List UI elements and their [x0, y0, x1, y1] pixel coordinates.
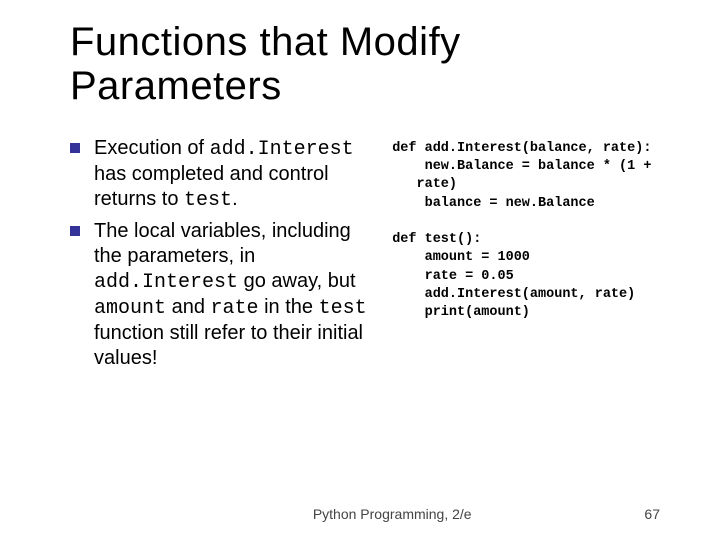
inline-code: rate [211, 297, 259, 320]
footer: Python Programming, 2/e 67 [0, 506, 720, 522]
bullet-list: Execution of add.Interest has completed … [70, 136, 372, 377]
code-line: balance = new.Balance [392, 195, 680, 213]
inline-text: and [166, 296, 210, 318]
slide-title: Functions that Modify Parameters [70, 20, 680, 108]
code-line: def test(): [392, 231, 680, 249]
inline-text: go away, but [238, 270, 355, 292]
footer-source: Python Programming, 2/e [0, 506, 644, 522]
inline-code: add.Interest [94, 271, 238, 294]
bullet-text: Execution of add.Interest has completed … [94, 136, 372, 213]
code-block: def add.Interest(balance, rate): new.Bal… [392, 136, 680, 377]
inline-code: test [184, 189, 232, 212]
code-line: new.Balance = balance * (1 + [392, 158, 680, 176]
inline-text: . [232, 188, 238, 210]
bullet-item: The local variables, including the param… [70, 219, 372, 371]
code-line: amount = 1000 [392, 249, 680, 267]
code-line: rate) [392, 176, 680, 194]
inline-code: amount [94, 297, 166, 320]
slide: Functions that Modify Parameters Executi… [0, 0, 720, 540]
inline-text: Execution of [94, 137, 210, 159]
inline-code: test [319, 297, 367, 320]
code-line: print(amount) [392, 304, 680, 322]
inline-text: The local variables, including the param… [94, 220, 351, 267]
page-number: 67 [644, 506, 660, 522]
code-line: add.Interest(amount, rate) [392, 286, 680, 304]
code-line: def add.Interest(balance, rate): [392, 140, 680, 158]
bullet-item: Execution of add.Interest has completed … [70, 136, 372, 213]
code-line [392, 213, 680, 231]
content-row: Execution of add.Interest has completed … [70, 136, 680, 377]
code-line: rate = 0.05 [392, 268, 680, 286]
inline-text: function still refer to their initial va… [94, 322, 363, 369]
bullet-square-icon [70, 143, 80, 153]
inline-code: add.Interest [210, 138, 354, 161]
bullet-text: The local variables, including the param… [94, 219, 372, 371]
bullet-square-icon [70, 226, 80, 236]
inline-text: in the [259, 296, 319, 318]
